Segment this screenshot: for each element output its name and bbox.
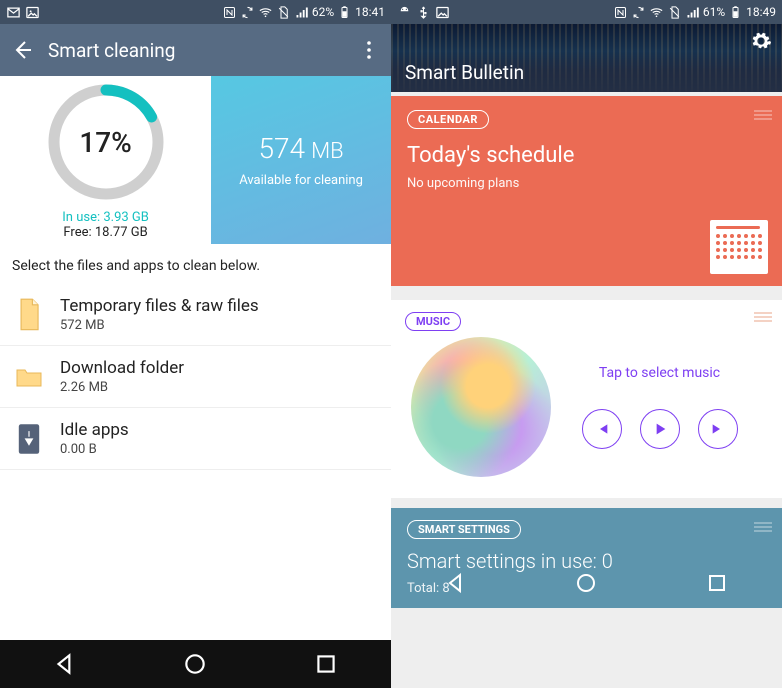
row-sub: 2.26 MB [60,380,184,395]
battery-icon [728,5,743,20]
signal-icon [685,5,700,20]
clean-list: Temporary files & raw files 572 MB Downl… [0,284,391,470]
usage-donut: 17% [44,80,168,204]
usage-percent: 17% [44,80,168,204]
image-icon [25,5,40,20]
row-title: Download folder [60,358,184,378]
music-chip: MUSIC [405,312,461,331]
app-title: Smart cleaning [48,39,175,62]
list-item[interactable]: Download folder 2.26 MB [0,346,391,408]
signal-icon [294,5,309,20]
nav-recent-icon[interactable] [705,571,729,599]
wifi-icon [649,5,664,20]
calendar-mini-icon [710,220,768,274]
available-unit: MB [311,139,344,164]
sim-icon [276,5,291,20]
status-bar: 62% 18:41 [0,0,391,24]
next-track-button[interactable] [698,409,738,449]
available-sub: Available for cleaning [239,173,363,188]
drag-handle-icon[interactable] [754,106,772,125]
row-sub: 572 MB [60,318,259,333]
wifi-icon [258,5,273,20]
clock-text: 18:49 [746,5,776,19]
bulletin-header: Smart Bulletin [391,24,782,96]
free-text: Free: 18.77 GB [62,225,149,240]
summary-panel: 17% In use: 3.93 GB Free: 18.77 GB 574MB… [0,76,391,244]
image-icon [435,5,450,20]
nfc-icon [613,5,628,20]
file-icon [14,298,44,332]
calendar-card[interactable]: CALENDAR Today's schedule No upcoming pl… [391,96,782,286]
nav-home-icon[interactable] [574,571,598,599]
folder-icon [14,360,44,394]
smart-settings-chip: SMART SETTINGS [407,520,521,539]
smart-settings-card[interactable]: SMART SETTINGS Smart settings in use: 0 … [391,508,782,608]
prev-track-button[interactable] [582,409,622,449]
row-sub: 0.00 B [60,442,129,457]
row-title: Idle apps [60,420,129,440]
list-item[interactable]: Idle apps 0.00 B [0,408,391,470]
music-card[interactable]: MUSIC Tap to select music [391,300,782,498]
nav-home-icon[interactable] [182,651,208,677]
available-tile[interactable]: 574MB Available for cleaning [211,76,391,244]
status-bar: 61% 18:49 [391,0,782,24]
drag-handle-icon[interactable] [754,308,772,327]
phone-smart-bulletin: 61% 18:49 Smart Bulletin CALENDAR Today'… [391,0,782,688]
settings-icon[interactable] [750,30,772,56]
instruction-text: Select the files and apps to clean below… [0,244,391,284]
nav-back-icon[interactable] [444,571,468,599]
nav-recent-icon[interactable] [313,651,339,677]
list-item[interactable]: Temporary files & raw files 572 MB [0,284,391,346]
calendar-chip: CALENDAR [407,110,489,129]
bulletin-title: Smart Bulletin [405,61,524,84]
clock-text: 18:41 [355,5,385,19]
play-button[interactable] [640,409,680,449]
back-icon[interactable] [10,38,34,62]
app-bar: Smart cleaning [0,24,391,76]
android-icon [397,5,412,20]
album-art-placeholder [411,337,551,477]
tap-to-select[interactable]: Tap to select music [599,365,720,381]
phone-smart-cleaning: 62% 18:41 Smart cleaning 17% In [0,0,391,688]
drag-handle-icon[interactable] [754,518,772,537]
available-value: 574 [258,132,305,165]
nav-back-icon[interactable] [52,651,78,677]
usb-icon [416,5,431,20]
nav-bar [0,640,391,688]
inuse-text: In use: 3.93 GB [62,210,149,225]
gmail-icon [6,5,21,20]
row-title: Temporary files & raw files [60,296,259,316]
nav-bar [391,562,782,608]
sync-icon [240,5,255,20]
nfc-icon [222,5,237,20]
sync-icon [631,5,646,20]
calendar-title: Today's schedule [407,143,766,168]
battery-percent: 61% [703,5,725,19]
overflow-menu-icon[interactable] [357,38,381,62]
idle-apps-icon [14,422,44,456]
sim-icon [667,5,682,20]
battery-percent: 62% [312,5,334,19]
battery-icon [337,5,352,20]
calendar-sub: No upcoming plans [407,176,766,191]
